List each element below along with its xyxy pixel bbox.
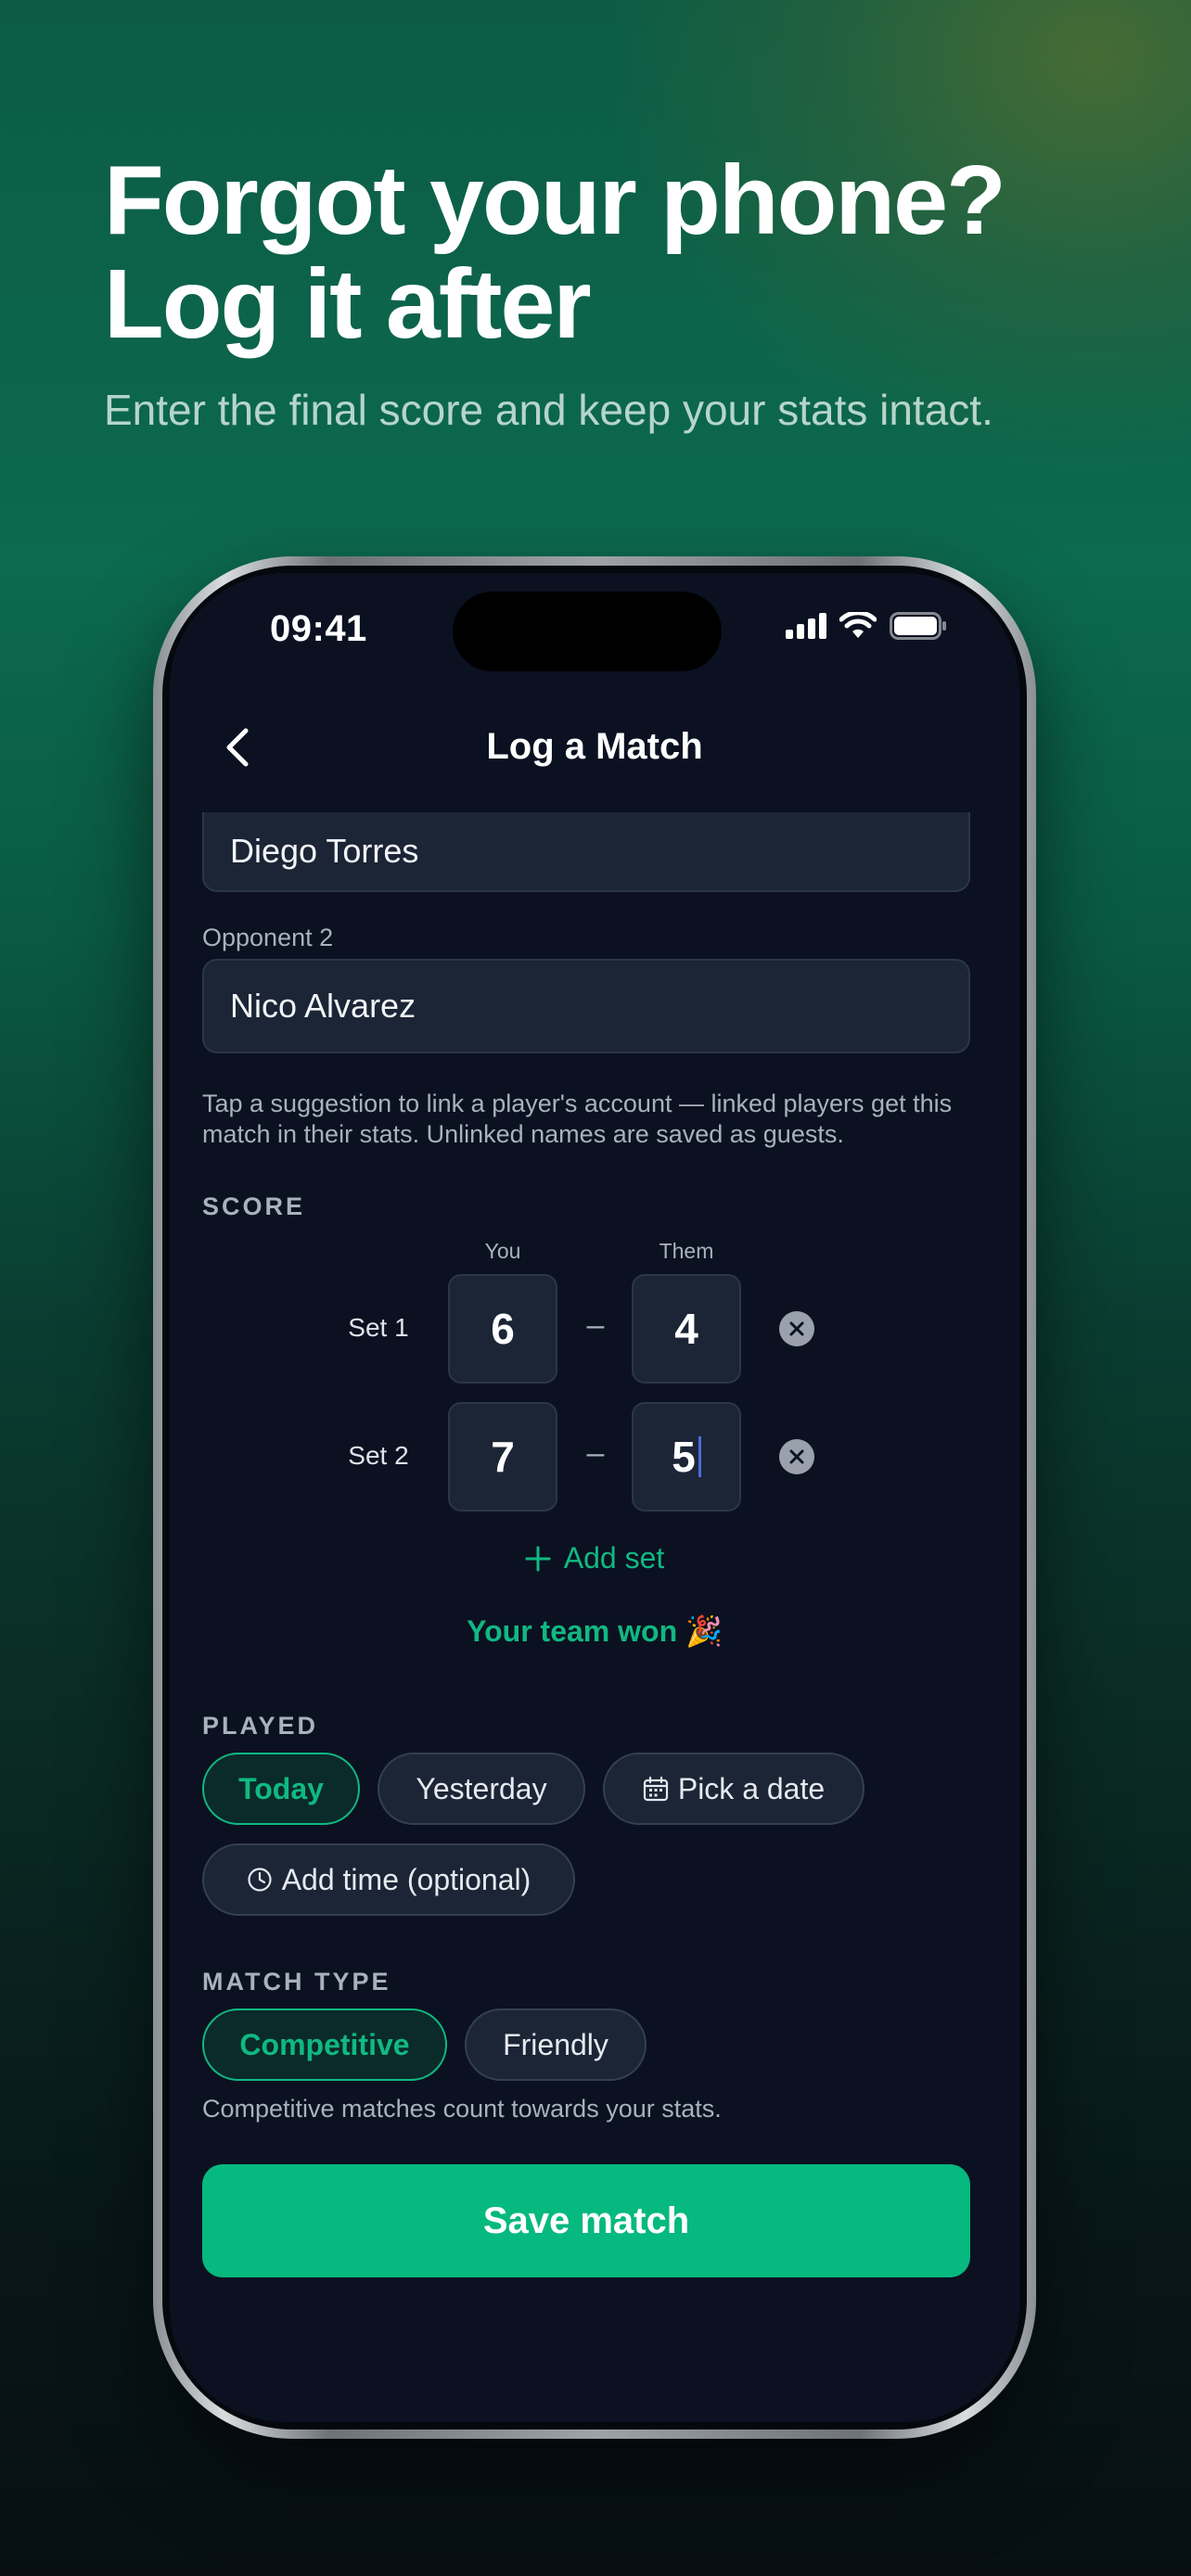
plus-icon (525, 1546, 551, 1571)
wifi-icon (839, 612, 877, 638)
played-section-label: PLAYED (202, 1712, 319, 1740)
set-2-you-input[interactable]: 7 (448, 1402, 557, 1511)
set-2-label: Set 2 (348, 1441, 409, 1470)
opponent2-value: Nico Alvarez (230, 987, 416, 1025)
col-you-label: You (484, 1239, 521, 1263)
phone-screen: 09:41 Log a Match Diego Torres Opponent … (170, 573, 1019, 2422)
link-help-text: Tap a suggestion to link a player's acco… (202, 1090, 953, 1148)
set-1-label: Set 1 (348, 1313, 409, 1342)
score-section-label: SCORE (202, 1192, 306, 1220)
hero-headline-line2: Log it after (104, 249, 592, 359)
add-set-label: Add set (563, 1541, 665, 1575)
played-pick-date-label: Pick a date (677, 1771, 826, 1805)
dynamic-island (453, 592, 722, 671)
match-type-competitive-chip[interactable]: Competitive (202, 2009, 447, 2081)
hero-subhead: Enter the final score and keep your stat… (104, 386, 993, 434)
set-1-you-value: 6 (491, 1305, 515, 1353)
status-time: 09:41 (270, 608, 367, 649)
played-pick-date-chip[interactable]: Pick a date (603, 1753, 864, 1825)
close-icon (789, 1449, 804, 1464)
calendar-icon (643, 1776, 668, 1802)
status-icons (786, 612, 947, 640)
add-time-label: Add time (optional) (281, 1862, 531, 1896)
set-1-dash: – (586, 1307, 605, 1343)
played-yesterday-chip[interactable]: Yesterday (378, 1753, 585, 1825)
set-2-dash: – (586, 1435, 605, 1471)
opponent2-field[interactable]: Nico Alvarez (202, 959, 970, 1053)
opponent1-field[interactable]: Diego Torres (202, 812, 970, 892)
match-result: Your team won 🎉 (467, 1614, 723, 1648)
set-1-remove-button[interactable] (779, 1311, 814, 1346)
set-2-them-value: 5 (672, 1433, 696, 1481)
set-1-them-value: 4 (674, 1305, 698, 1353)
add-set-button[interactable]: Add set (170, 1541, 1019, 1575)
battery-icon (890, 612, 946, 640)
match-type-friendly-chip[interactable]: Friendly (465, 2009, 647, 2081)
set-2-you-value: 7 (491, 1433, 515, 1481)
text-caret (698, 1436, 701, 1477)
save-match-button[interactable]: Save match (202, 2164, 970, 2277)
opponent2-label: Opponent 2 (202, 924, 334, 951)
close-icon (789, 1321, 804, 1336)
clock-icon (248, 1868, 272, 1892)
played-today-chip[interactable]: Today (202, 1753, 360, 1825)
save-match-label: Save match (482, 2200, 690, 2241)
col-them-label: Them (659, 1239, 714, 1263)
played-today-label: Today (238, 1771, 324, 1805)
set-1-them-input[interactable]: 4 (632, 1274, 741, 1384)
set-2-remove-button[interactable] (779, 1439, 814, 1474)
match-type-friendly-label: Friendly (503, 2027, 608, 2061)
hero-headline-line1: Forgot your phone? (104, 146, 1006, 255)
form-content[interactable]: Diego Torres Opponent 2 Nico Alvarez Tap… (170, 812, 1019, 2422)
set-1-you-input[interactable]: 6 (448, 1274, 557, 1384)
phone-frame: 09:41 Log a Match Diego Torres Opponent … (153, 556, 1036, 2439)
hero-headline: Forgot your phone? Log it after (104, 148, 1143, 356)
add-time-chip[interactable]: Add time (optional) (202, 1843, 575, 1916)
set-2-them-input[interactable]: 5 (632, 1402, 741, 1511)
played-yesterday-label: Yesterday (416, 1771, 547, 1805)
opponent1-value: Diego Torres (230, 832, 419, 870)
match-type-section-label: MATCH TYPE (202, 1968, 391, 1996)
match-type-competitive-label: Competitive (239, 2027, 410, 2061)
signal-bars-icon (786, 613, 826, 639)
match-type-note: Competitive matches count towards your s… (202, 2095, 722, 2123)
page-title: Log a Match (486, 726, 703, 767)
